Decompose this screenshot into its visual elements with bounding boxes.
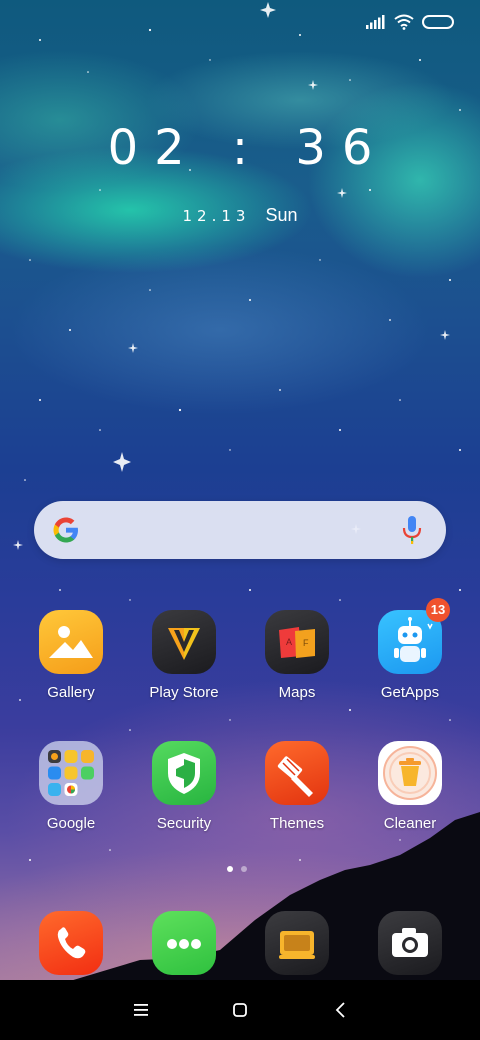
clock-date-row[interactable]: 12.13 Sun — [0, 205, 480, 226]
themes-icon — [265, 741, 329, 805]
app-label: Cleaner — [383, 815, 437, 832]
page-dot-active — [227, 866, 233, 872]
app-maps[interactable]: A F Maps — [242, 610, 352, 720]
svg-text:A: A — [286, 637, 292, 647]
gallery-icon — [39, 610, 103, 674]
status-bar — [366, 10, 454, 34]
home-icon[interactable] — [224, 994, 256, 1026]
dock-camera[interactable] — [378, 911, 442, 975]
navigation-bar — [0, 980, 480, 1040]
battery-icon — [422, 15, 454, 29]
maps-icon: A F — [265, 610, 329, 674]
google-search-bar[interactable] — [34, 501, 446, 559]
camera-icon — [392, 928, 428, 957]
app-label: Gallery — [47, 684, 95, 701]
app-getapps[interactable]: 13 GetApps — [355, 598, 465, 720]
notification-badge: 13 — [426, 598, 450, 622]
google-g-icon — [53, 517, 78, 543]
back-icon[interactable] — [325, 994, 357, 1026]
security-icon — [152, 741, 216, 805]
clock-time[interactable]: 02 : 36 — [0, 120, 480, 176]
wifi-icon — [394, 14, 414, 30]
dock-phone[interactable] — [39, 911, 103, 975]
google-folder-icon — [39, 741, 103, 805]
clock-date: 12.13 — [182, 207, 251, 225]
app-label: Google — [46, 815, 96, 832]
screen-recorder-icon — [279, 931, 315, 959]
app-label: Security — [156, 815, 212, 832]
messages-icon — [167, 939, 201, 949]
app-themes[interactable]: Themes — [242, 741, 352, 851]
microphone-icon[interactable] — [400, 515, 424, 545]
svg-text:F: F — [303, 638, 309, 648]
page-indicator — [227, 866, 247, 872]
signal-icon — [366, 15, 385, 29]
app-label: Themes — [269, 815, 325, 832]
page-dot — [241, 866, 247, 872]
app-label: Maps — [278, 684, 316, 701]
menu-icon[interactable] — [125, 994, 157, 1026]
dock-messages[interactable] — [152, 911, 216, 975]
app-security[interactable]: Security — [129, 741, 239, 851]
app-cleaner[interactable]: Cleaner — [355, 741, 465, 851]
folder-google[interactable]: Google — [16, 741, 126, 851]
app-gallery[interactable]: Gallery — [16, 610, 126, 720]
dock-screen-recorder[interactable] — [265, 911, 329, 975]
clock-day: Sun — [265, 205, 298, 225]
app-label: GetApps — [380, 684, 440, 701]
app-label: Play Store — [149, 684, 219, 701]
phone-icon — [57, 927, 86, 959]
cleaner-icon — [378, 741, 442, 805]
app-play-store[interactable]: Play Store — [129, 610, 239, 720]
play-store-icon — [152, 610, 216, 674]
